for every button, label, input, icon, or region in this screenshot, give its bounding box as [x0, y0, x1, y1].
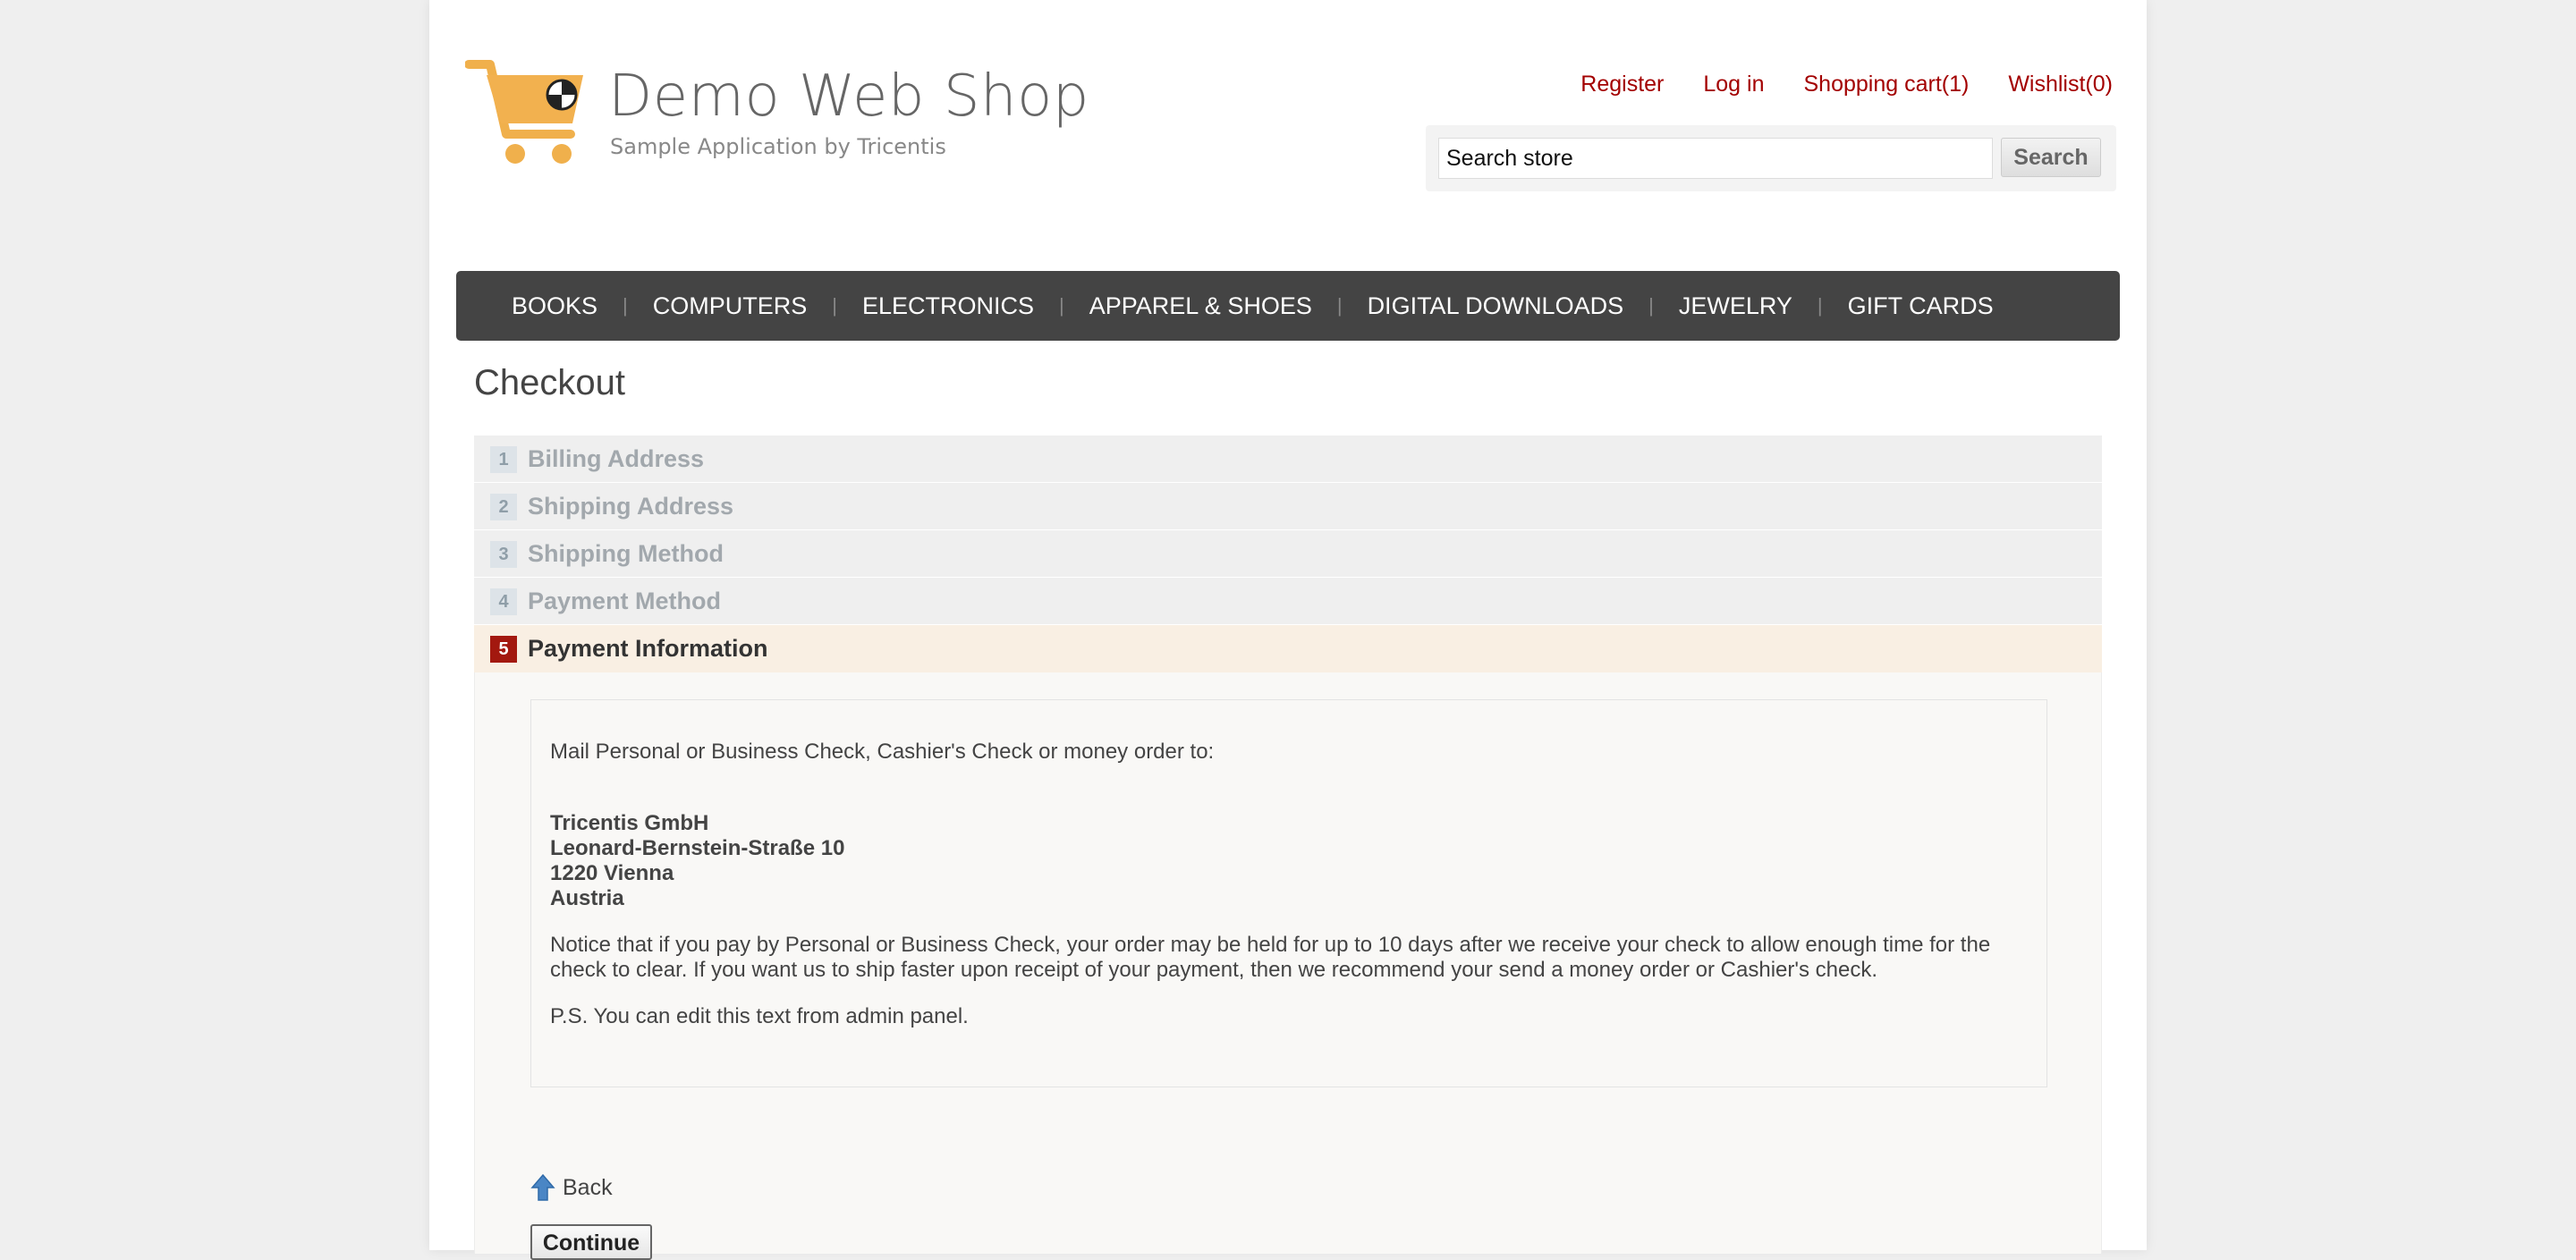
search-button[interactable]: Search [2001, 138, 2101, 177]
payment-info-section: Mail Personal or Business Check, Cashier… [474, 672, 2102, 1260]
page-container: Demo Web Shop Sample Application by Tric… [429, 0, 2147, 1260]
logo-link[interactable]: Demo Web Shop Sample Application by Tric… [465, 59, 1089, 184]
step-title: Shipping Address [528, 493, 734, 520]
register-link[interactable]: Register [1580, 72, 1664, 97]
step-payment-information: 5 Payment Information [474, 624, 2102, 672]
wishlist-link[interactable]: Wishlist(0) [2008, 72, 2113, 97]
menu-item-apparel-shoes[interactable]: APPAREL & SHOES [1064, 271, 1337, 341]
step-billing-address[interactable]: 1 Billing Address [474, 435, 2102, 482]
step-payment-method[interactable]: 4 Payment Method [474, 577, 2102, 624]
step-number: 5 [490, 636, 517, 663]
menu-item-digital-downloads[interactable]: DIGITAL DOWNLOADS [1343, 271, 1649, 341]
payment-intro: Mail Personal or Business Check, Cashier… [550, 740, 1215, 764]
search-input[interactable]: Search store [1438, 138, 1993, 179]
step-number: 2 [490, 494, 517, 520]
address-city: 1220 Vienna [550, 861, 674, 885]
step-title: Payment Method [528, 588, 722, 614]
logo-title: Demo Web Shop [608, 63, 1089, 130]
step-title: Shipping Method [528, 540, 724, 567]
checkout-steps: 1 Billing Address 2 Shipping Address 3 S… [474, 435, 2102, 1260]
step-number: 4 [490, 588, 517, 615]
address-street: Leonard-Bernstein-Straße 10 [550, 836, 845, 860]
payment-info-box: Mail Personal or Business Check, Cashier… [530, 699, 2047, 1087]
continue-button[interactable]: Continue [530, 1224, 652, 1260]
step-number: 1 [490, 446, 517, 473]
payment-notice-line-1: Notice that if you pay by Personal or Bu… [550, 933, 1991, 957]
menu-item-books[interactable]: BOOKS [487, 271, 623, 341]
back-link[interactable]: Back [530, 1173, 613, 1202]
shopping-cart-link[interactable]: Shopping cart(1) [1804, 72, 1970, 97]
arrow-up-icon [530, 1173, 555, 1201]
address-country: Austria [550, 886, 624, 910]
menu-item-gift-cards[interactable]: GIFT CARDS [1823, 271, 2019, 341]
top-menu: BOOKS | COMPUTERS | ELECTRONICS | APPARE… [456, 271, 2120, 341]
step-shipping-address[interactable]: 2 Shipping Address [474, 482, 2102, 529]
page-title: Checkout [474, 363, 625, 402]
step-title: Billing Address [528, 445, 705, 472]
shopping-cart-logo-icon [465, 60, 583, 164]
menu-item-jewelry[interactable]: JEWELRY [1654, 271, 1818, 341]
search-box: Search store Search [1426, 125, 2116, 191]
menu-item-electronics[interactable]: ELECTRONICS [837, 271, 1059, 341]
logo-subtitle: Sample Application by Tricentis [610, 134, 946, 159]
login-link[interactable]: Log in [1703, 72, 1764, 97]
step-title: Payment Information [528, 635, 768, 662]
header-links: Register Log in Shopping cart(1) Wishlis… [1580, 72, 2113, 97]
step-shipping-method[interactable]: 3 Shipping Method [474, 529, 2102, 577]
payment-notice-line-2: check to clear. If you want us to ship f… [550, 958, 1877, 982]
menu-item-computers[interactable]: COMPUTERS [628, 271, 833, 341]
payment-ps: P.S. You can edit this text from admin p… [550, 1004, 969, 1028]
step-number: 3 [490, 541, 517, 568]
back-label: Back [563, 1174, 613, 1200]
address-company: Tricentis GmbH [550, 811, 709, 835]
